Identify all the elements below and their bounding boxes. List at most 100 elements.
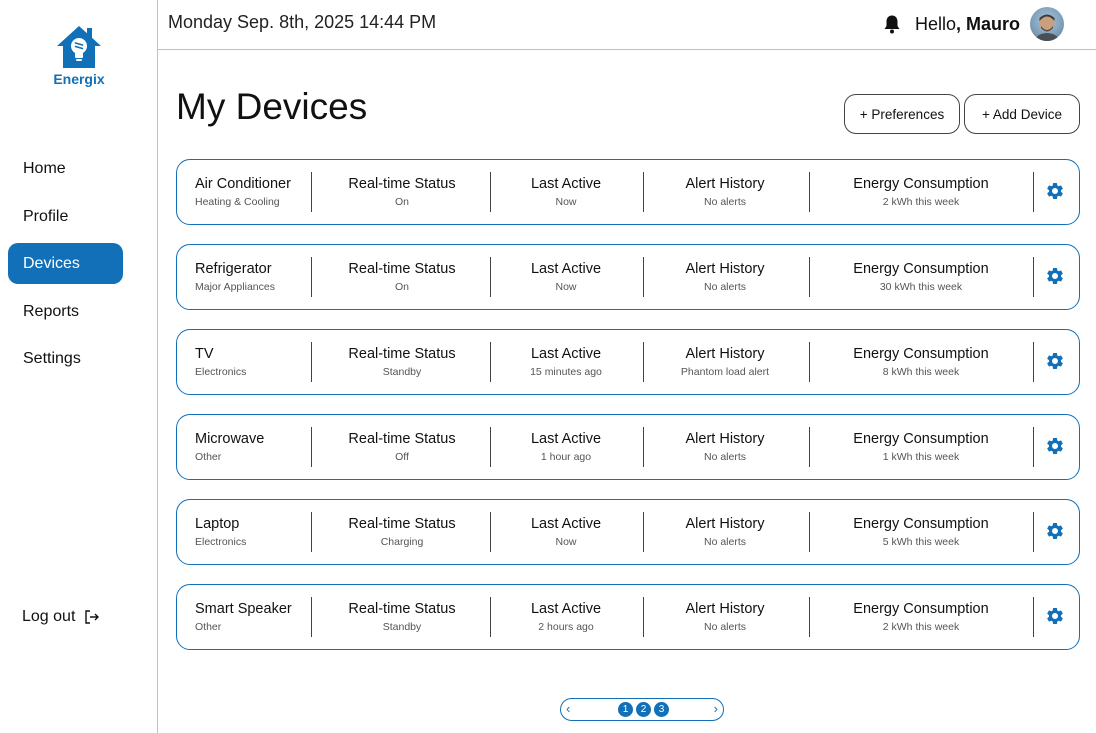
device-settings-button[interactable] [1045, 266, 1065, 291]
preferences-button[interactable]: + Preferences [844, 94, 960, 134]
status-cell: Real-time Status Standby [325, 346, 479, 378]
device-category: Other [195, 621, 222, 633]
alert-history-header: Alert History [685, 176, 765, 192]
house-bulb-icon [57, 26, 101, 68]
status-cell: Real-time Status Charging [325, 516, 479, 548]
device-name: TV [195, 346, 214, 362]
alert-history-cell: Alert History No alerts [655, 176, 795, 208]
status-value: On [394, 196, 409, 208]
last-active-cell: Last Active 2 hours ago [495, 601, 637, 633]
device-category: Heating & Cooling [195, 196, 280, 208]
device-row[interactable]: Refrigerator Major Appliances Real-time St… [176, 244, 1080, 310]
pagination-page-2[interactable]: 2 [636, 702, 651, 717]
energy-cell: Energy Consumption 1 kWh this week [819, 431, 1023, 463]
pagination-page-3[interactable]: 3 [654, 702, 669, 717]
divider [490, 342, 491, 382]
divider [311, 597, 312, 637]
sidebar-item-settings[interactable]: Settings [8, 338, 123, 379]
device-row[interactable]: TV Electronics Real-time Status Standby Last… [176, 329, 1080, 395]
alert-history-cell: Alert History Phantom load alert [655, 346, 795, 378]
divider [1033, 512, 1034, 552]
energy-cell: Energy Consumption 5 kWh this week [819, 516, 1023, 548]
notifications-button[interactable] [883, 14, 901, 34]
status-cell: Real-time Status Standby [325, 601, 479, 633]
alert-history-header: Alert History [685, 431, 765, 447]
pagination-pages: 123 [618, 702, 669, 717]
device-name-cell: Smart Speaker Other [195, 601, 292, 633]
gear-icon [1047, 267, 1063, 284]
device-name-cell: Air Conditioner Heating & Cooling [195, 176, 291, 208]
last-active-header: Last Active [530, 601, 602, 617]
logout-button[interactable]: Log out [22, 608, 100, 626]
device-settings-button[interactable] [1045, 436, 1065, 461]
avatar[interactable] [1030, 7, 1064, 41]
divider [809, 172, 810, 212]
divider [311, 342, 312, 382]
sidebar-item-profile[interactable]: Profile [8, 196, 123, 237]
energy-value: 8 kWh this week [882, 366, 960, 378]
divider [490, 427, 491, 467]
last-active-cell: Last Active Now [495, 516, 637, 548]
energy-header: Energy Consumption [853, 176, 989, 192]
device-settings-button[interactable] [1045, 181, 1065, 206]
divider [809, 597, 810, 637]
energy-cell: Energy Consumption 2 kWh this week [819, 176, 1023, 208]
brand-name: Energix [53, 71, 105, 87]
energy-value: 2 kWh this week [882, 196, 960, 208]
device-row[interactable]: Smart Speaker Other Real-time Status Standb… [176, 584, 1080, 650]
device-name: Laptop [195, 516, 240, 532]
device-row[interactable]: Air Conditioner Heating & Cooling Real-tim… [176, 159, 1080, 225]
energy-value: 30 kWh this week [879, 281, 963, 293]
gear-icon [1047, 182, 1063, 199]
device-settings-button[interactable] [1045, 606, 1065, 631]
sidebar-item-reports[interactable]: Reports [8, 291, 123, 332]
alert-history-header: Alert History [685, 261, 765, 277]
device-name: Air Conditioner [195, 176, 291, 192]
last-active-cell: Last Active 1 hour ago [495, 431, 637, 463]
pagination-next-button[interactable]: › [714, 701, 718, 716]
pagination: ‹ 123 › [560, 698, 724, 721]
logout-label: Log out [22, 608, 76, 625]
device-settings-button[interactable] [1045, 521, 1065, 546]
alert-history-value: No alerts [703, 451, 746, 463]
pagination-page-1[interactable]: 1 [618, 702, 633, 717]
add-device-button[interactable]: + Add Device [964, 94, 1080, 134]
device-settings-button[interactable] [1045, 351, 1065, 376]
topbar: Monday Sep. 8th, 2025 14:44 PM Hello, Ma… [158, 0, 1096, 50]
last-active-value: Now [555, 196, 577, 208]
divider [809, 427, 810, 467]
device-name-cell: Laptop Electronics [195, 516, 246, 548]
device-row[interactable]: Microwave Other Real-time Status Off Last Ac… [176, 414, 1080, 480]
status-value: Off [395, 451, 409, 463]
divider [490, 512, 491, 552]
app: Energix Home Profile Devices Reports Setting… [0, 0, 1096, 733]
bell-icon [884, 15, 900, 34]
logout-icon [85, 610, 100, 624]
status-value: Standby [382, 621, 422, 633]
pagination-prev-button[interactable]: ‹ [566, 701, 570, 716]
gear-icon [1047, 352, 1063, 369]
sidebar-item-devices[interactable]: Devices [8, 243, 123, 284]
gear-icon [1047, 523, 1063, 539]
sidebar-item-home[interactable]: Home [8, 148, 123, 189]
alert-history-cell: Alert History No alerts [655, 431, 795, 463]
energy-header: Energy Consumption [853, 346, 989, 362]
device-name-cell: Refrigerator Major Appliances [195, 261, 275, 293]
status-value: Standby [382, 366, 422, 378]
device-row[interactable]: Laptop Electronics Real-time Status Chargin… [176, 499, 1080, 565]
last-active-header: Last Active [530, 346, 602, 362]
alert-history-header: Alert History [685, 516, 765, 532]
energy-cell: Energy Consumption 2 kWh this week [819, 601, 1023, 633]
sidebar: Energix Home Profile Devices Reports Setting… [0, 0, 158, 733]
divider [809, 257, 810, 297]
divider [490, 257, 491, 297]
alert-history-cell: Alert History No alerts [655, 601, 795, 633]
device-list: Air Conditioner Heating & Cooling Real-tim… [176, 159, 1080, 669]
energy-cell: Energy Consumption 30 kWh this week [819, 261, 1023, 293]
divider [1033, 427, 1034, 467]
energy-header: Energy Consumption [853, 516, 989, 532]
brand-logo[interactable]: Energix [48, 24, 110, 87]
device-category: Other [195, 451, 222, 463]
device-name-cell: TV Electronics [195, 346, 246, 378]
status-cell: Real-time Status Off [325, 431, 479, 463]
